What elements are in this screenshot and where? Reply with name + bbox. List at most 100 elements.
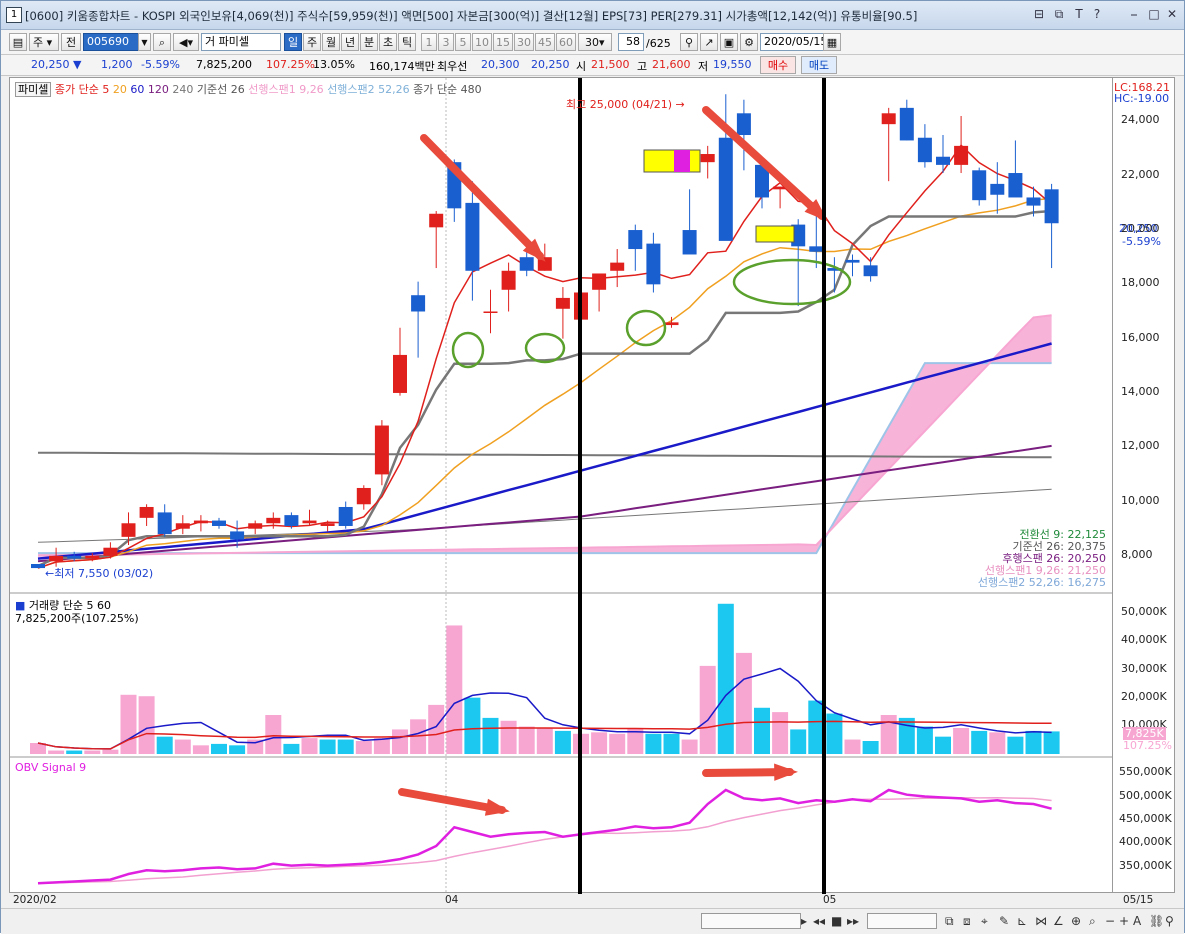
candle-body — [990, 183, 1005, 195]
legend-ma20: 20 — [112, 83, 127, 96]
quote-best-label: 최우선 — [437, 60, 468, 73]
legend-close480: 종가 단순 480 — [413, 83, 482, 96]
volume-bar — [935, 736, 951, 754]
period-0[interactable]: 일 — [284, 33, 302, 51]
quote-ask: 20,250 — [531, 58, 570, 71]
period-2[interactable]: 월 — [322, 33, 340, 51]
chart-area[interactable] — [9, 77, 1114, 894]
candle-body — [157, 512, 172, 535]
volume-bar — [645, 733, 662, 754]
interval-6[interactable]: 45 — [535, 33, 555, 51]
chart-menu-icon[interactable]: ▤ — [9, 33, 27, 51]
trend-icon[interactable]: ↗ — [700, 33, 718, 51]
candle-body — [1026, 197, 1041, 206]
quote-vol-ratio: 107.25% — [266, 58, 315, 71]
draw-icon[interactable]: ✎ — [999, 914, 1009, 928]
minus-icon[interactable]: − — [1105, 914, 1115, 928]
window-tile-icon[interactable]: ⧉ — [945, 914, 954, 929]
window-title: [0600] 키움종합차트 - KOSPI 외국인보유[4,069(천)] 주식… — [25, 9, 918, 23]
period-5[interactable]: 초 — [379, 33, 397, 51]
lock-icon[interactable]: ⚲ — [1165, 914, 1174, 928]
text-a-icon[interactable]: A — [1133, 914, 1141, 928]
text-icon[interactable]: T — [1071, 6, 1087, 22]
help-icon[interactable]: ? — [1089, 6, 1105, 22]
volume-bar — [790, 729, 807, 754]
volume-bar — [518, 726, 535, 754]
window-number: 1 — [6, 7, 22, 23]
candle-body — [67, 555, 82, 559]
interval-select[interactable]: 30▾ — [578, 33, 612, 51]
cursor-icon[interactable]: ⌖ — [981, 914, 988, 929]
buy-button[interactable]: 매수 — [760, 56, 796, 74]
candle-body — [374, 425, 389, 475]
magnifier-icon[interactable]: ⌕ — [1089, 914, 1096, 929]
prev-button[interactable]: 전 — [61, 33, 81, 51]
sound-icon[interactable]: ◀▾ — [173, 33, 199, 51]
interval-7[interactable]: 60 — [556, 33, 576, 51]
stock-code-input[interactable]: 005690 — [83, 33, 139, 51]
save-icon[interactable]: ▣ — [720, 33, 738, 51]
sell-button[interactable]: 매도 — [801, 56, 837, 74]
volume-tick-3: 20,000K — [1121, 689, 1167, 703]
volume-bar — [120, 694, 137, 754]
green-circle-0 — [451, 331, 485, 369]
volume-value: 7,825,200주(107.25%) — [15, 612, 139, 625]
ruler-icon[interactable]: ⊾ — [1017, 914, 1027, 928]
interval-3[interactable]: 10 — [472, 33, 492, 51]
volume-bar — [265, 715, 282, 754]
interval-1[interactable]: 3 — [438, 33, 454, 51]
count-input[interactable]: 58 — [618, 33, 644, 51]
stock-name-field[interactable]: 거 파미셀 — [201, 33, 281, 51]
rewind-icon[interactable]: ◂◂ — [813, 914, 825, 928]
zoom-in-icon[interactable]: ⊕ — [1071, 914, 1081, 928]
legend-ma60: 60 — [130, 83, 145, 96]
search-icon[interactable]: ⌕ — [153, 33, 171, 51]
volume-bar — [989, 732, 1006, 754]
highlight-magenta — [674, 150, 690, 172]
legend-ma120: 120 — [147, 83, 169, 96]
volume-bar — [319, 739, 336, 754]
candle-body — [103, 547, 118, 556]
play-icon[interactable]: ▸▸ — [847, 914, 859, 928]
interval-2[interactable]: 5 — [455, 33, 471, 51]
candle-body — [121, 523, 136, 537]
chart-type-icon[interactable]: ⚲ — [680, 33, 698, 51]
quote-bar: 20,250 ▼ 1,200 -5.59% 7,825,200 107.25% … — [1, 55, 1184, 76]
hc-label: HC:-19.00 — [1114, 92, 1170, 105]
layout-icon[interactable]: ⊟ — [1031, 6, 1047, 22]
market-select[interactable]: 주 ▾ — [29, 33, 59, 51]
candle-body — [49, 555, 64, 562]
scrollbar-thumb[interactable] — [701, 913, 801, 929]
restore-layout-icon[interactable]: ⧉ — [1051, 6, 1067, 22]
zoom-slider[interactable] — [867, 913, 937, 929]
x-tick-may: 05 — [823, 894, 837, 906]
candle-body — [501, 270, 516, 290]
plus-icon[interactable]: + — [1119, 914, 1129, 928]
volume-bar — [211, 743, 227, 754]
scroll-right-icon[interactable]: ▸ — [801, 914, 807, 928]
candle-body — [320, 523, 335, 526]
calendar-icon[interactable]: ▦ — [823, 33, 841, 51]
interval-4[interactable]: 15 — [493, 33, 513, 51]
period-4[interactable]: 분 — [360, 33, 378, 51]
link-icon[interactable]: ⛓ — [1149, 914, 1164, 928]
copy-icon[interactable]: ⧈ — [963, 914, 971, 929]
interval-5[interactable]: 30 — [514, 33, 534, 51]
period-6[interactable]: 틱 — [398, 33, 416, 51]
candle-body — [682, 230, 697, 255]
interval-0[interactable]: 1 — [421, 33, 437, 51]
quote-amount: 160,174백만 — [369, 60, 435, 73]
close-button[interactable]: ✕ — [1164, 6, 1180, 22]
stop-icon[interactable]: ■ — [831, 914, 842, 928]
volume-bar — [681, 739, 698, 754]
period-1[interactable]: 주 — [303, 33, 321, 51]
period-3[interactable]: 년 — [341, 33, 359, 51]
code-dropdown-icon[interactable]: ▼ — [138, 33, 151, 51]
maximize-button[interactable]: □ — [1146, 6, 1162, 22]
angle-icon[interactable]: ∠ — [1053, 914, 1064, 928]
settings-gear-icon[interactable]: ⚙ — [740, 33, 758, 51]
fib-icon[interactable]: ⋈ — [1035, 914, 1047, 928]
quote-change: 1,200 — [101, 58, 133, 71]
minimize-button[interactable]: ⎯ — [1126, 6, 1142, 22]
date-input[interactable]: 2020/05/15 — [760, 33, 827, 51]
